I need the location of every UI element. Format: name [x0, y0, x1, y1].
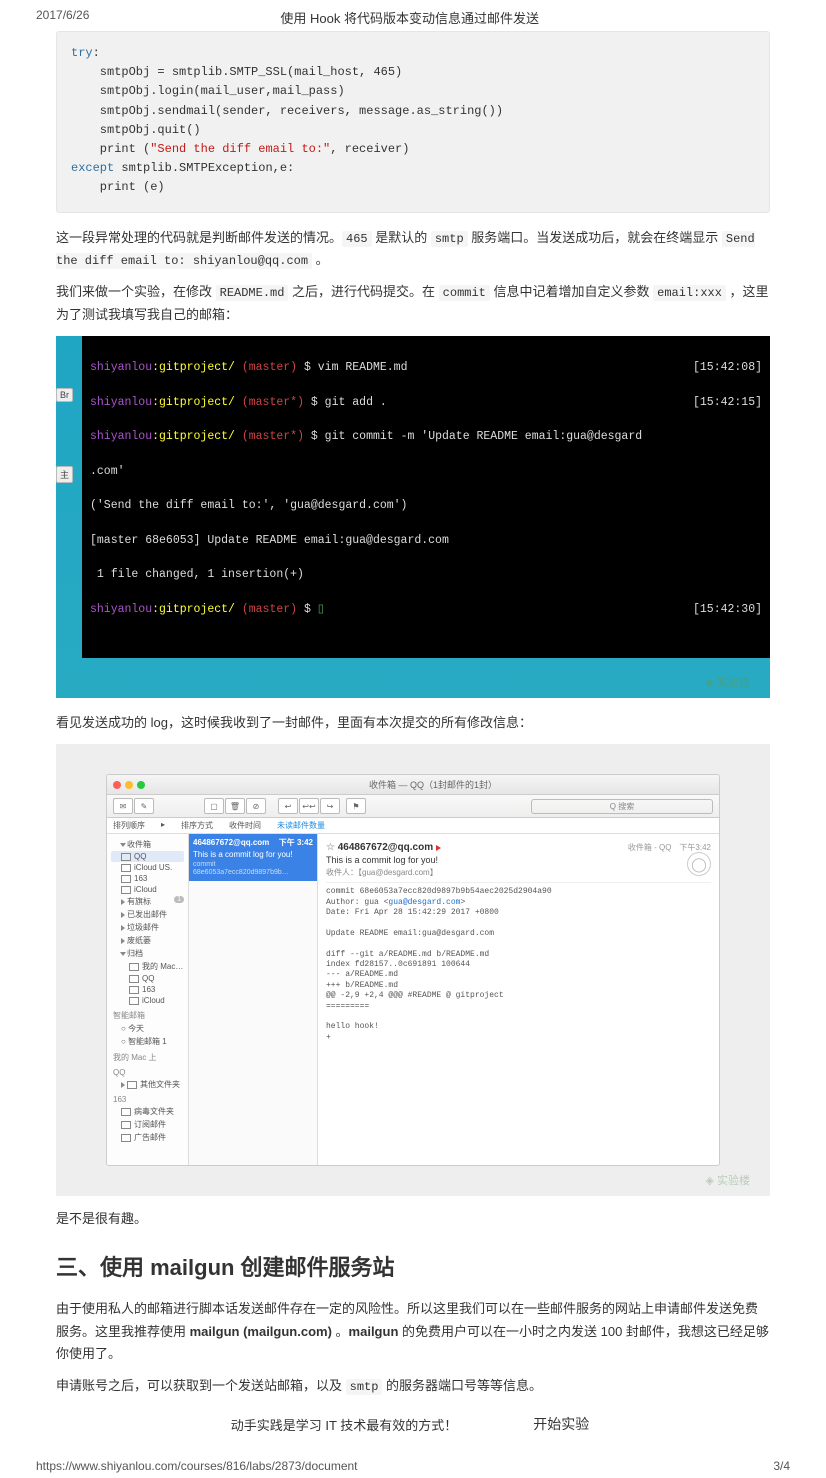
mail-time: 下午3:42: [679, 843, 711, 852]
forward-icon: ↪: [320, 798, 340, 814]
reply-icon: ↩: [278, 798, 298, 814]
section-title: 三、使用 mailgun 创建邮件服务站: [56, 1250, 770, 1282]
paragraph-2: 我们来做一个实验，在修改 README.md 之后，进行代码提交。在 commi…: [56, 281, 770, 325]
minimize-icon: [125, 781, 133, 789]
flag-icon: [436, 845, 441, 851]
watermark-icon: ◈ 实验楼: [705, 674, 750, 690]
inbox-label: 收件箱 - QQ: [628, 843, 672, 852]
paragraph-3: 看见发送成功的 log，这时候我收到了一封邮件，里面有本次提交的所有修改信息：: [56, 712, 770, 734]
page-header: 2017/6/26 使用 Hook 将代码版本变动信息通过邮件发送: [0, 0, 826, 31]
watermark-icon: ◈ 实验楼: [705, 1172, 750, 1188]
flag-icon: ⚑: [346, 798, 366, 814]
close-icon: [113, 781, 121, 789]
maximize-icon: [137, 781, 145, 789]
cta-text: 动手实践是学习 IT 技术最有效的方式！: [231, 1415, 458, 1434]
compose-icon: ✎: [134, 798, 154, 814]
page-footer: https://www.shiyanlou.com/courses/816/la…: [0, 1449, 826, 1478]
junk-icon: ⊘: [246, 798, 266, 814]
paragraph-5: 由于使用私人的邮箱进行脚本话发送邮件存在一定的风险性。所以这里我们可以在一些邮件…: [56, 1298, 770, 1364]
mail-list: 464867672@qq.com下午 3:42 This is a commit…: [189, 834, 318, 1165]
paragraph-4: 是不是很有趣。: [56, 1208, 770, 1230]
mail-screenshot: 收件箱 — QQ（1封邮件的1封） ✉ ✎ ▢ 🗑 ⊘ ↩ ↩↩ ↪ ⚑: [56, 744, 770, 1196]
terminal-body: shiyanlou:gitproject/ (master) $ vim REA…: [82, 336, 770, 659]
archive-icon: ▢: [204, 798, 224, 814]
start-lab-button[interactable]: 开始实验: [527, 1413, 595, 1435]
star-icon: ☆: [326, 842, 335, 853]
traffic-lights: [113, 781, 145, 789]
paragraph-6: 申请账号之后，可以获取到一个发送站邮箱，以及 smtp 的服务器端口号等等信息。: [56, 1375, 770, 1397]
side-btn-1: Br: [56, 388, 73, 402]
terminal-screenshot: Br 主 shiyanlou:gitproject/ (master) $ vi…: [56, 336, 770, 699]
delete-icon: 🗑: [225, 798, 245, 814]
mail-window: 收件箱 — QQ（1封邮件的1封） ✉ ✎ ▢ 🗑 ⊘ ↩ ↩↩ ↪ ⚑: [106, 774, 720, 1166]
mail-sort-bar: 排列顺序 ▸ 排序方式 收件时间 未读邮件数量: [107, 818, 719, 834]
reply-all-icon: ↩↩: [299, 798, 319, 814]
inbox-icon: ✉: [113, 798, 133, 814]
mail-titlebar: 收件箱 — QQ（1封邮件的1封）: [107, 775, 719, 795]
cta-row: 动手实践是学习 IT 技术最有效的方式！ 开始实验: [56, 1407, 770, 1435]
mail-toolbar: ✉ ✎ ▢ 🗑 ⊘ ↩ ↩↩ ↪ ⚑ Q 搜索: [107, 795, 719, 818]
mail-list-item: 464867672@qq.com下午 3:42 This is a commit…: [189, 834, 317, 881]
footer-url: https://www.shiyanlou.com/courses/816/la…: [36, 1459, 358, 1473]
side-btn-2: 主: [56, 466, 73, 483]
header-date: 2017/6/26: [36, 8, 89, 27]
code-block: try: smtpObj = smtplib.SMTP_SSL(mail_hos…: [56, 31, 770, 213]
footer-page: 3/4: [773, 1459, 790, 1473]
mail-sidebar: 收件箱 QQ iCloud US. 163 iCloud 有旗标1 已发出邮件 …: [107, 834, 189, 1165]
mail-window-title: 收件箱 — QQ（1封邮件的1封）: [153, 778, 713, 791]
mail-view: 收件箱 - QQ 下午3:42 ◯ ☆ 464867672@qq.com Thi…: [318, 834, 719, 1165]
search-input: Q 搜索: [531, 799, 713, 814]
paragraph-1: 这一段异常处理的代码就是判断邮件发送的情况。465 是默认的 smtp 服务端口…: [56, 227, 770, 272]
header-title: 使用 Hook 将代码版本变动信息通过邮件发送: [89, 8, 730, 27]
